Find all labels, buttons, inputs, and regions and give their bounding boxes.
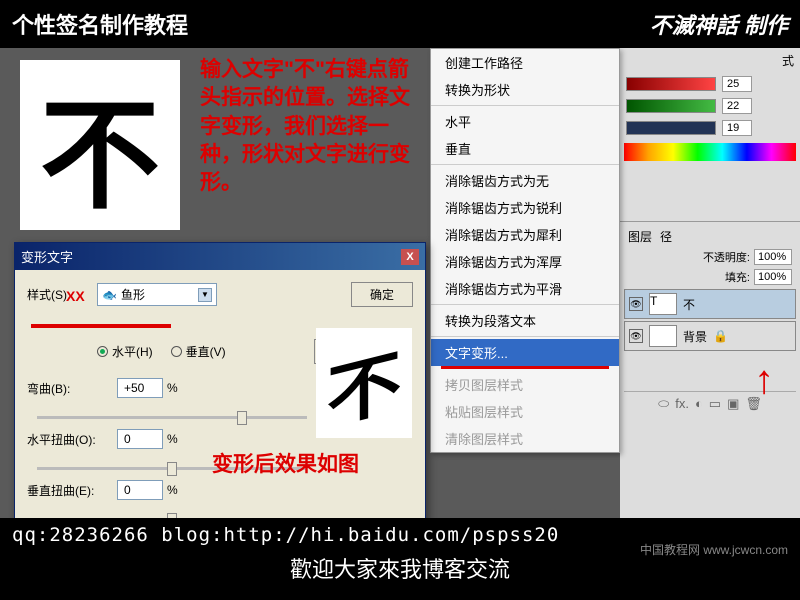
- pct-label: %: [167, 381, 178, 395]
- vdist-label: 垂直扭曲(E):: [27, 482, 117, 499]
- menu-item[interactable]: 转换为形状: [431, 76, 619, 103]
- footer: qq:28236266 blog:http://hi.baidu.com/psp…: [0, 518, 800, 600]
- menu-item[interactable]: 转换为段落文本: [431, 307, 619, 334]
- bend-slider[interactable]: [37, 416, 307, 419]
- slider-thumb[interactable]: [237, 411, 247, 425]
- menu-item[interactable]: 消除锯齿方式为锐利: [431, 194, 619, 221]
- background-layer-row[interactable]: 👁 背景 🔒: [624, 321, 796, 351]
- photoshop-panels: 式 25 22 19 图层 径 不透明度: 100% 填充: 100%: [620, 48, 800, 518]
- red-underline: [31, 324, 171, 328]
- menu-item[interactable]: 消除锯齿方式为浑厚: [431, 248, 619, 275]
- pct-label: %: [167, 432, 178, 446]
- radio-icon: [97, 346, 108, 357]
- logo-text: 不滅神話 制作: [650, 8, 788, 40]
- style-combo[interactable]: 🐟 鱼形 ▼: [97, 283, 217, 306]
- slider-thumb[interactable]: [167, 462, 177, 476]
- vertical-radio[interactable]: 垂直(V): [171, 339, 226, 364]
- red-value[interactable]: 25: [722, 76, 752, 92]
- tab-layers[interactable]: 图层: [628, 228, 652, 245]
- menu-item: 粘贴图层样式: [431, 398, 619, 425]
- menu-item[interactable]: 消除锯齿方式为犀利: [431, 221, 619, 248]
- eye-icon[interactable]: 👁: [629, 297, 643, 311]
- vert-label: 垂直(V): [186, 343, 226, 360]
- menu-item[interactable]: 创建工作路径: [431, 49, 619, 76]
- content-area: 式 25 22 19 图层 径 不透明度: 100% 填充: 100%: [0, 48, 800, 518]
- vdist-input[interactable]: 0: [117, 480, 163, 500]
- bend-label: 弯曲(B):: [27, 380, 117, 397]
- red-swatch[interactable]: [626, 77, 716, 91]
- fill-value[interactable]: 100%: [754, 269, 792, 285]
- warped-character-preview: 不: [316, 328, 412, 438]
- blue-value[interactable]: 19: [722, 120, 752, 136]
- color-spectrum[interactable]: [624, 143, 796, 161]
- ok-button[interactable]: 确定: [351, 282, 413, 307]
- folder-icon[interactable]: ▭: [709, 396, 721, 412]
- close-icon[interactable]: X: [401, 249, 419, 265]
- green-value[interactable]: 22: [722, 98, 752, 114]
- opacity-value[interactable]: 100%: [754, 249, 792, 265]
- link-icon[interactable]: ⬭: [658, 396, 669, 412]
- header: 个性签名制作教程 不滅神話 制作: [0, 0, 800, 48]
- style-label: 样式(S):: [27, 286, 97, 303]
- menu-separator: [431, 164, 619, 165]
- menu-item[interactable]: 水平: [431, 108, 619, 135]
- blue-channel-row: 19: [620, 117, 800, 139]
- menu-item[interactable]: 垂直: [431, 135, 619, 162]
- eye-icon[interactable]: 👁: [629, 329, 643, 343]
- layer-name: 背景: [683, 328, 707, 345]
- instruction-text: 输入文字"不"右键点箭头指示的位置。选择文字变形，我们选择一种，形状对文字进行变…: [200, 56, 428, 198]
- menu-separator: [431, 336, 619, 337]
- red-underline: [441, 366, 609, 369]
- watermark: 中国教程网 www.jcwcn.com: [640, 541, 788, 558]
- warped-char: 不: [327, 324, 402, 442]
- horiz-label: 水平(H): [112, 343, 153, 360]
- layer-name: 不: [683, 296, 695, 313]
- dialog-title: 变形文字: [21, 247, 73, 266]
- layer-thumb: [649, 325, 677, 347]
- tab-paths[interactable]: 径: [660, 228, 672, 245]
- new-layer-icon[interactable]: ▣: [727, 396, 739, 412]
- menu-item: 清除图层样式: [431, 425, 619, 452]
- result-caption: 变形后效果如图: [212, 448, 359, 478]
- blue-swatch[interactable]: [626, 121, 716, 135]
- red-channel-row: 25: [620, 73, 800, 95]
- menu-item[interactable]: 消除锯齿方式为平滑: [431, 275, 619, 302]
- menu-separator: [431, 105, 619, 106]
- layer-thumb: T: [649, 293, 677, 315]
- xx-marker: XX: [66, 288, 85, 304]
- hdist-input[interactable]: 0: [117, 429, 163, 449]
- fish-icon: 🐟: [102, 288, 117, 302]
- chevron-down-icon[interactable]: ▼: [198, 288, 212, 302]
- page-title: 个性签名制作教程: [12, 8, 188, 40]
- vdist-row: 垂直扭曲(E): 0 %: [27, 480, 413, 500]
- dialog-titlebar[interactable]: 变形文字 X: [15, 243, 425, 270]
- fx-icon[interactable]: fx.: [675, 396, 689, 412]
- lock-icon: 🔒: [713, 329, 728, 343]
- bend-input[interactable]: +50: [117, 378, 163, 398]
- context-menu: 创建工作路径转换为形状水平垂直消除锯齿方式为无消除锯齿方式为锐利消除锯齿方式为犀…: [430, 48, 620, 453]
- panel-tab[interactable]: 式: [620, 48, 800, 73]
- horizontal-radio[interactable]: 水平(H): [97, 339, 153, 364]
- layers-tabs: 图层 径: [624, 226, 796, 247]
- character-text: 不: [40, 58, 160, 232]
- fill-row: 填充: 100%: [624, 267, 796, 287]
- menu-item[interactable]: 消除锯齿方式为无: [431, 167, 619, 194]
- green-channel-row: 22: [620, 95, 800, 117]
- pct-label: %: [167, 483, 178, 497]
- style-value: 鱼形: [121, 286, 145, 303]
- text-layer-row[interactable]: 👁 T 不: [624, 289, 796, 319]
- mask-icon[interactable]: ◐: [695, 396, 703, 412]
- menu-separator: [431, 304, 619, 305]
- green-swatch[interactable]: [626, 99, 716, 113]
- opacity-label: 不透明度:: [703, 249, 750, 265]
- opacity-row: 不透明度: 100%: [624, 247, 796, 267]
- hdist-label: 水平扭曲(O):: [27, 431, 117, 448]
- original-character-preview: 不: [20, 60, 180, 230]
- radio-icon: [171, 346, 182, 357]
- menu-item[interactable]: 文字变形...: [431, 339, 619, 366]
- menu-item: 拷贝图层样式: [431, 371, 619, 398]
- red-arrow-icon: ↑: [754, 358, 774, 403]
- fill-label: 填充:: [725, 269, 750, 285]
